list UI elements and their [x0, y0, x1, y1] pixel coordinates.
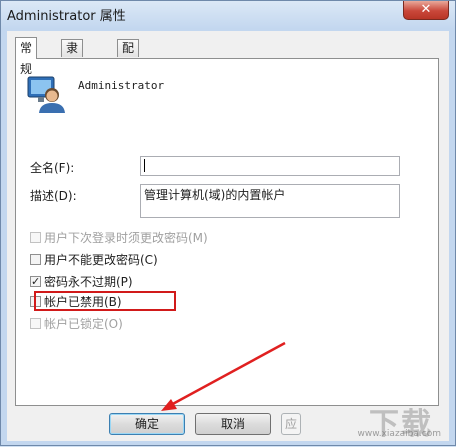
- red-arrow-annotation: [161, 341, 286, 411]
- watermark-url: www.xiazaiba.com: [357, 429, 441, 439]
- tab-general[interactable]: 常规: [15, 37, 38, 76]
- site-watermark: 下载 www.xiazaiba.com: [341, 399, 441, 442]
- properties-window: Administrator 属性 ✕ 常规 隶属于 配置文件 Administr…: [0, 0, 456, 446]
